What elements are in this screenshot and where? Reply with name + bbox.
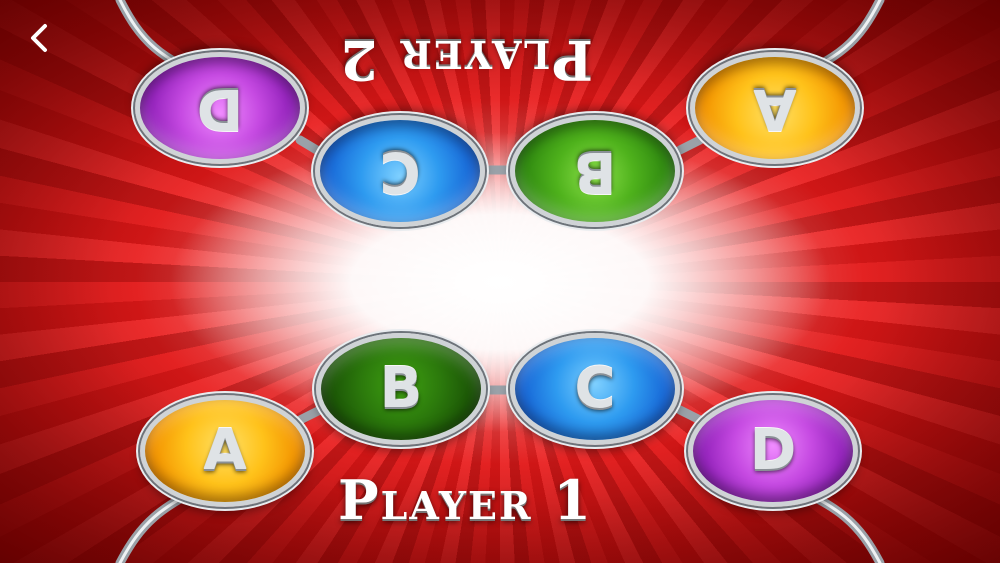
answer-letter: A bbox=[203, 418, 247, 483]
answer-letter: D bbox=[196, 76, 244, 141]
answer-letter: C bbox=[379, 139, 421, 204]
answer-letter: C bbox=[574, 356, 616, 421]
game-screen: Player 2 D C B A A B C D Player 1 bbox=[0, 0, 1000, 563]
player2-label: Player 2 bbox=[338, 28, 593, 92]
player2-answer-a-button[interactable]: A bbox=[690, 52, 860, 164]
player2-answer-c-button[interactable]: C bbox=[315, 115, 485, 227]
answer-letter: B bbox=[379, 356, 423, 421]
player2-answer-d-button[interactable]: D bbox=[135, 52, 305, 164]
answer-letter: B bbox=[573, 139, 617, 204]
player1-answer-c-button[interactable]: C bbox=[510, 333, 680, 445]
player1-label: Player 1 bbox=[338, 468, 593, 532]
back-button[interactable] bbox=[22, 18, 56, 58]
answer-letter: A bbox=[753, 76, 797, 141]
player2-answer-b-button[interactable]: B bbox=[510, 115, 680, 227]
player1-answer-b-button[interactable]: B bbox=[316, 333, 486, 445]
player1-answer-d-button[interactable]: D bbox=[688, 395, 858, 507]
player1-answer-a-button[interactable]: A bbox=[140, 395, 310, 507]
answer-letter: D bbox=[749, 418, 797, 483]
chevron-left-icon bbox=[31, 24, 47, 52]
